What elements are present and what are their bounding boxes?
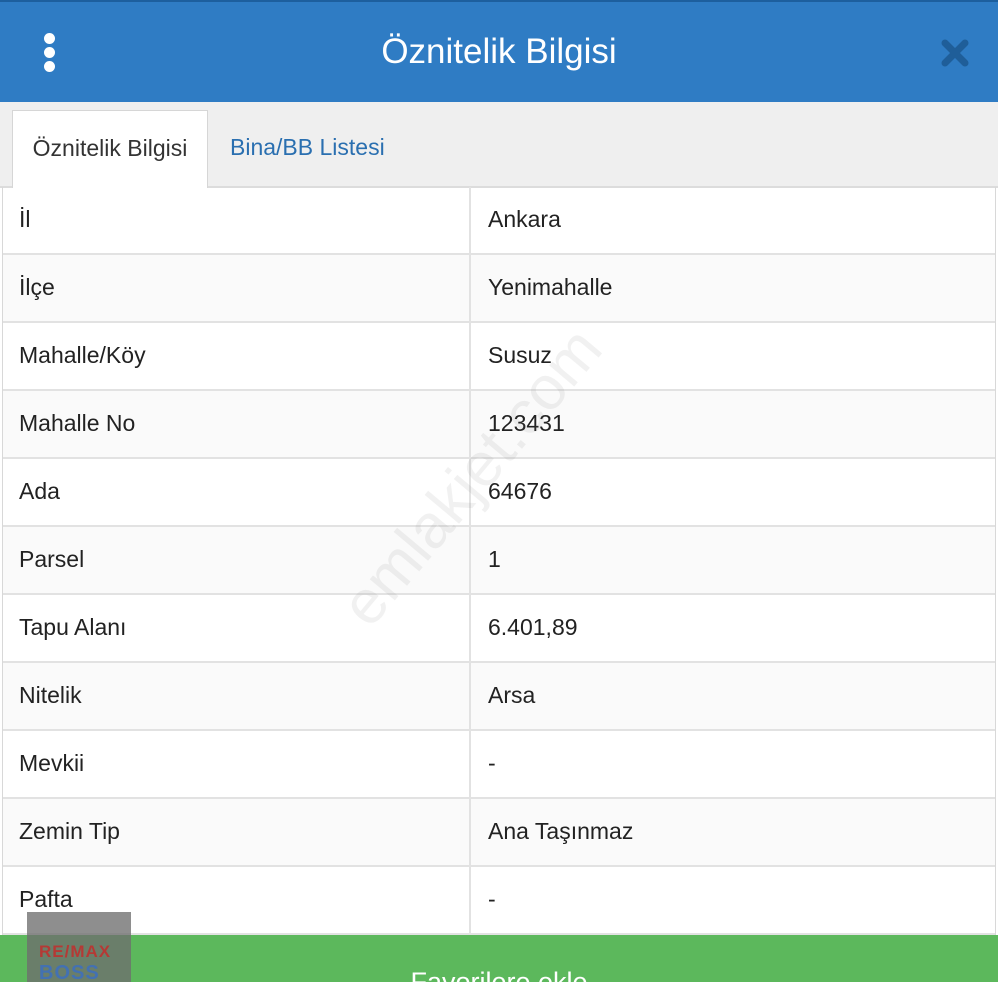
table-row: Zemin Tip Ana Taşınmaz: [3, 799, 995, 867]
table-row: Pafta -: [3, 867, 995, 935]
tab-building-list[interactable]: Bina/BB Listesi: [230, 110, 385, 188]
row-value: 1: [488, 546, 501, 572]
row-value: 6.401,89: [488, 614, 578, 640]
row-label: Tapu Alanı: [3, 595, 471, 661]
row-value: Susuz: [488, 342, 552, 368]
table-row: Ada 64676: [3, 459, 995, 527]
row-value: Ana Taşınmaz: [488, 818, 634, 844]
table-row: Mahalle No 123431: [3, 391, 995, 459]
tab-bar: Öznitelik Bilgisi Bina/BB Listesi: [0, 102, 998, 188]
table-row: İlçe Yenimahalle: [3, 255, 995, 323]
table-row: Parsel 1: [3, 527, 995, 595]
row-label: Ada: [3, 459, 471, 525]
row-label: Mevkii: [3, 731, 471, 797]
row-value: Arsa: [488, 682, 536, 708]
add-to-favorites-button[interactable]: Favorilere ekle: [0, 935, 998, 982]
agency-logo-badge: RE/MAX BOSS: [27, 912, 131, 982]
table-row: İl Ankara: [3, 187, 995, 255]
row-value: -: [488, 750, 496, 776]
close-icon[interactable]: [938, 36, 972, 70]
row-label: Parsel: [3, 527, 471, 593]
row-label: İl: [3, 187, 471, 253]
add-to-favorites-label: Favorilere ekle: [410, 967, 588, 982]
tab-attribute-info[interactable]: Öznitelik Bilgisi: [12, 110, 208, 188]
attribute-info-dialog: Öznitelik Bilgisi Öznitelik Bilgisi Bina…: [0, 0, 998, 982]
row-value: Yenimahalle: [488, 274, 613, 300]
dialog-title: Öznitelik Bilgisi: [381, 32, 617, 71]
agency-brand: RE/MAX: [39, 942, 112, 961]
row-value: -: [488, 886, 496, 912]
table-row: Mevkii -: [3, 731, 995, 799]
row-label: İlçe: [3, 255, 471, 321]
table-row: Mahalle/Köy Susuz: [3, 323, 995, 391]
row-value: Ankara: [488, 206, 561, 232]
agency-office: BOSS: [39, 962, 100, 982]
dialog-header: Öznitelik Bilgisi: [0, 0, 998, 102]
row-label: Zemin Tip: [3, 799, 471, 865]
row-label: Mahalle/Köy: [3, 323, 471, 389]
table-row: Nitelik Arsa: [3, 663, 995, 731]
table-row: Tapu Alanı 6.401,89: [3, 595, 995, 663]
row-label: Mahalle No: [3, 391, 471, 457]
attribute-table: İl Ankara İlçe Yenimahalle Mahalle/Köy S…: [2, 187, 996, 935]
row-value: 64676: [488, 478, 552, 504]
row-label: Nitelik: [3, 663, 471, 729]
row-value: 123431: [488, 410, 565, 436]
